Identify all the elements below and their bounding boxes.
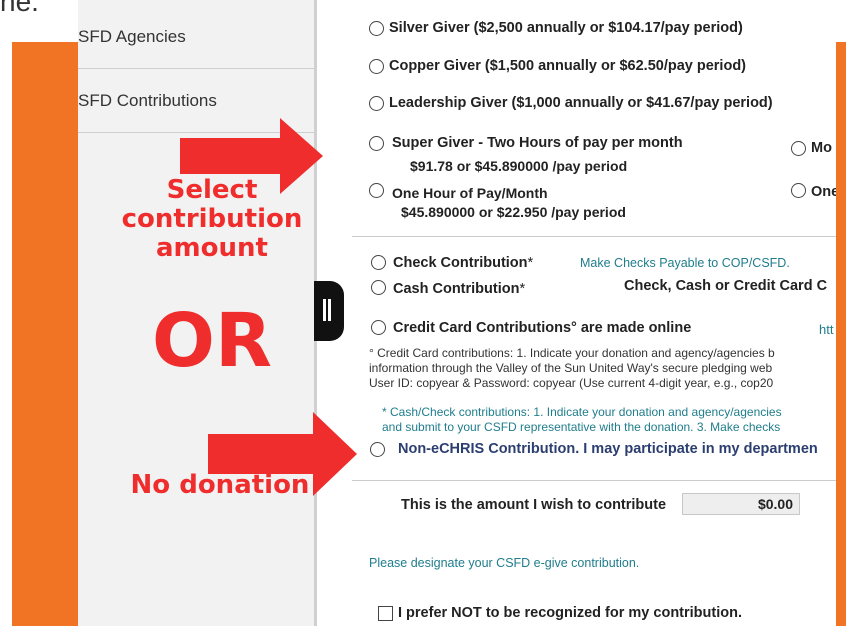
radio-right-option-1[interactable] [791,141,806,156]
radio-one-hour[interactable] [369,183,384,198]
option-leadership-giver-label: Leadership Giver ($1,000 annually or $41… [389,95,773,111]
option-copper-giver-label: Copper Giver ($1,500 annually or $62.50/… [389,58,746,74]
radio-cash-contribution[interactable] [371,280,386,295]
online-link[interactable]: htt [819,322,836,337]
option-one-hour-label: One Hour of Pay/Month [392,185,548,201]
section-divider [352,480,836,481]
radio-silver-giver[interactable] [369,21,384,36]
right-option-1-label: Mo [811,140,832,156]
contribution-amount-field[interactable]: $0.00 [682,493,800,515]
radio-credit-card-contribution[interactable] [371,320,386,335]
radio-right-option-2[interactable] [791,183,806,198]
option-super-giver-label: Super Giver - Two Hours of pay per month [392,135,683,151]
cash-check-instructions-line-1: * Cash/Check contributions: 1. Indicate … [382,405,782,419]
radio-non-echris-contribution[interactable] [370,442,385,457]
check-contribution-label: Check Contribution* [393,255,534,271]
sidebar-item-contributions[interactable]: SFD Contributions [78,91,314,111]
super-giver-amounts: $91.78 or $45.890000 /pay period [410,158,628,174]
cash-check-instructions-line-2: and submit to your CSFD representative w… [382,420,781,434]
annotation-select-contribution-amount: Select contribution amount [121,175,303,263]
right-option-2-label: One [811,184,836,200]
designate-instructions: Please designate your CSFD e-give contri… [369,556,640,570]
sidebar-divider [78,68,314,69]
cash-contribution-label: Cash Contribution* [393,281,526,297]
payment-methods-heading: Check, Cash or Credit Card C [624,278,828,294]
contribution-amount-label: This is the amount I wish to contribute [401,497,667,513]
radio-check-contribution[interactable] [371,255,386,270]
credit-card-instructions-line-3: User ID: copyear & Password: copyear (Us… [369,376,774,390]
radio-copper-giver[interactable] [369,59,384,74]
credit-card-instructions-line-2: information through the Valley of the Su… [369,361,773,375]
one-hour-amounts: $45.890000 or $22.950 /pay period [401,204,626,220]
annotation-or: OR [152,298,272,384]
sidebar-item-agencies[interactable]: SFD Agencies [78,27,314,47]
credit-card-contribution-label: Credit Card Contributions° are made onli… [393,320,692,336]
radio-super-giver[interactable] [369,136,384,151]
top-text-fragment: ne. [0,0,39,17]
option-silver-giver-label: Silver Giver ($2,500 annually or $104.17… [389,20,743,36]
pause-icon [322,299,332,321]
not-recognized-label: I prefer NOT to be recognized for my con… [398,605,742,621]
not-recognized-checkbox[interactable] [378,606,393,621]
orange-border-left [12,42,78,626]
section-divider [352,236,836,237]
check-payable-note: Make Checks Payable to COP/CSFD. [580,256,790,270]
radio-leadership-giver[interactable] [369,96,384,111]
credit-card-instructions-line-1: ° Credit Card contributions: 1. Indicate… [369,346,775,360]
non-echris-contribution-label: Non-eCHRIS Contribution. I may participa… [398,441,818,457]
contribution-form [345,0,836,626]
orange-border-right [836,42,846,626]
annotation-no-donation: No donation [130,470,310,500]
